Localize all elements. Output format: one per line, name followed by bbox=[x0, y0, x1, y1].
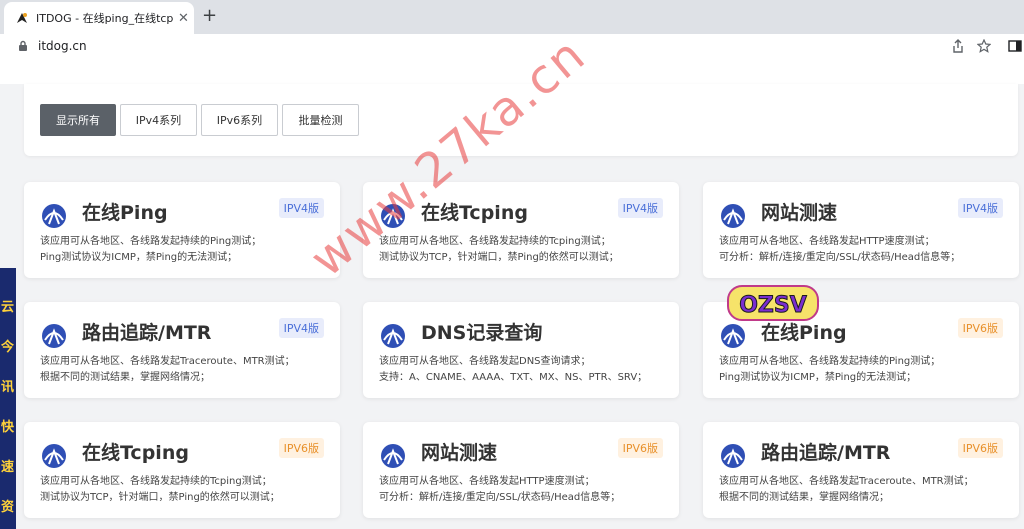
tool-card-speedtest-ipv6[interactable]: 网站测速 IPV6版该应用可从各地区、各线路发起HTTP速度测试； 可分析：解析/连… bbox=[363, 422, 679, 518]
card-description: 该应用可从各地区、各线路发起HTTP速度测试； 可分析：解析/连接/重定向/SSL… bbox=[719, 234, 1009, 266]
version-badge: IPV6版 bbox=[278, 438, 324, 458]
browser-tab[interactable]: ITDOG - 在线ping_在线tcping_ ✕ bbox=[4, 2, 194, 34]
tab-title: ITDOG - 在线ping_在线tcping_ bbox=[36, 12, 174, 25]
card-title: 在线Tcping bbox=[82, 442, 189, 464]
version-badge: IPV4版 bbox=[617, 198, 663, 218]
card-description-line: Ping测试协议为ICMP，禁Ping的无法测试； bbox=[40, 252, 238, 263]
itdog-globe-icon bbox=[42, 204, 66, 228]
tool-card-dns-query[interactable]: DNS记录查询该应用可从各地区、各线路发起DNS查询请求； 支持：A、CNAME、… bbox=[363, 302, 679, 398]
browser-tab-bar: ITDOG - 在线ping_在线tcping_ ✕ + bbox=[0, 0, 1024, 34]
new-tab-button[interactable]: + bbox=[202, 6, 217, 26]
itdog-globe-icon bbox=[721, 204, 745, 228]
version-badge: IPV6版 bbox=[957, 438, 1003, 458]
version-badge: IPV4版 bbox=[278, 318, 324, 338]
tool-card-speedtest-ipv4[interactable]: 网站测速 IPV4版该应用可从各地区、各线路发起HTTP速度测试； 可分析：解析/连… bbox=[703, 182, 1019, 278]
card-description-line: 该应用可从各地区、各线路发起HTTP速度测试； bbox=[379, 476, 595, 487]
card-description-line: 该应用可从各地区、各线路发起持续的Tcping测试； bbox=[379, 236, 611, 247]
card-description-line: 可分析：解析/连接/重定向/SSL/状态码/Head信息等； bbox=[719, 252, 961, 263]
card-title: DNS记录查询 bbox=[421, 322, 543, 344]
tool-card-ping-ipv4[interactable]: 在线Ping IPV4版该应用可从各地区、各线路发起持续的Ping测试； Ping测… bbox=[24, 182, 340, 278]
card-description-line: 根据不同的测试结果，掌握网络情况； bbox=[719, 492, 889, 503]
card-title: 路由追踪/MTR bbox=[82, 322, 212, 344]
card-description: 该应用可从各地区、各线路发起DNS查询请求； 支持：A、CNAME、AAAA、TX… bbox=[379, 354, 669, 386]
address-bar: itdog.cn bbox=[0, 34, 1024, 58]
card-description-line: 测试协议为TCP，针对端口，禁Ping的依然可以测试； bbox=[40, 492, 280, 503]
filter-ipv6-button[interactable]: IPv6系列 bbox=[201, 104, 278, 136]
tool-card-tcping-ipv6[interactable]: 在线Tcping IPV6版该应用可从各地区、各线路发起持续的Tcping测试； 测… bbox=[24, 422, 340, 518]
filter-batch-button[interactable]: 批量检测 bbox=[282, 104, 359, 136]
card-description-line: 可分析：解析/连接/重定向/SSL/状态码/Head信息等； bbox=[379, 492, 621, 503]
card-description-line: 该应用可从各地区、各线路发起DNS查询请求； bbox=[379, 356, 591, 367]
card-description-line: Ping测试协议为ICMP，禁Ping的无法测试； bbox=[719, 372, 917, 383]
tool-card-tcping-ipv4[interactable]: 在线Tcping IPV4版该应用可从各地区、各线路发起持续的Tcping测试； 测… bbox=[363, 182, 679, 278]
card-title: 在线Ping bbox=[761, 322, 847, 344]
version-badge: IPV6版 bbox=[957, 318, 1003, 338]
version-badge: IPV4版 bbox=[957, 198, 1003, 218]
card-title: 网站测速 bbox=[761, 202, 838, 224]
itdog-globe-icon bbox=[381, 204, 405, 228]
itdog-globe-icon bbox=[381, 324, 405, 348]
side-ad-char: 云 bbox=[1, 300, 15, 315]
card-description-line: 该应用可从各地区、各线路发起HTTP速度测试； bbox=[719, 236, 935, 247]
card-description: 该应用可从各地区、各线路发起持续的Tcping测试； 测试协议为TCP，针对端口，… bbox=[379, 234, 669, 266]
card-title: 路由追踪/MTR bbox=[761, 442, 891, 464]
card-description: 该应用可从各地区、各线路发起持续的Tcping测试； 测试协议为TCP，针对端口，… bbox=[40, 474, 330, 506]
card-description: 该应用可从各地区、各线路发起Traceroute、MTR测试； 根据不同的测试结果… bbox=[40, 354, 330, 386]
itdog-globe-icon bbox=[721, 324, 745, 348]
side-ad-text: 云今讯快速资 bbox=[1, 288, 15, 528]
card-description: 该应用可从各地区、各线路发起HTTP速度测试； 可分析：解析/连接/重定向/SSL… bbox=[379, 474, 669, 506]
card-description-line: 根据不同的测试结果，掌握网络情况； bbox=[40, 372, 210, 383]
filter-ipv4-button[interactable]: IPv4系列 bbox=[120, 104, 197, 136]
version-badge: IPV6版 bbox=[617, 438, 663, 458]
side-ad-char: 资 bbox=[1, 500, 15, 515]
card-title: 在线Tcping bbox=[421, 202, 528, 224]
card-description-line: 测试协议为TCP，针对端口，禁Ping的依然可以测试； bbox=[379, 252, 619, 263]
url-text: itdog.cn bbox=[38, 39, 87, 53]
card-description-line: 该应用可从各地区、各线路发起Traceroute、MTR测试； bbox=[40, 356, 295, 367]
side-panel-icon[interactable] bbox=[1007, 38, 1023, 54]
card-description-line: 该应用可从各地区、各线路发起持续的Ping测试； bbox=[719, 356, 941, 367]
share-icon[interactable] bbox=[950, 38, 966, 54]
itdog-globe-icon bbox=[42, 324, 66, 348]
card-description: 该应用可从各地区、各线路发起持续的Ping测试； Ping测试协议为ICMP，禁P… bbox=[719, 354, 1009, 386]
card-description-line: 该应用可从各地区、各线路发起持续的Tcping测试； bbox=[40, 476, 272, 487]
card-description: 该应用可从各地区、各线路发起Traceroute、MTR测试； 根据不同的测试结果… bbox=[719, 474, 1009, 506]
side-ad-char: 快 bbox=[1, 420, 15, 435]
tool-card-mtr-ipv4[interactable]: 路由追踪/MTR IPV4版该应用可从各地区、各线路发起Traceroute、MT… bbox=[24, 302, 340, 398]
bookmark-star-icon[interactable] bbox=[976, 38, 992, 54]
side-ad-banner[interactable]: 云今讯快速资 bbox=[0, 268, 16, 529]
card-title: 在线Ping bbox=[82, 202, 168, 224]
side-ad-char: 今 bbox=[1, 340, 15, 355]
itdog-globe-icon bbox=[381, 444, 405, 468]
card-description-line: 支持：A、CNAME、AAAA、TXT、MX、NS、PTR、SRV； bbox=[379, 372, 648, 383]
side-ad-char: 讯 bbox=[1, 380, 15, 395]
itdog-favicon-icon bbox=[14, 10, 30, 26]
card-description-line: 该应用可从各地区、各线路发起Traceroute、MTR测试； bbox=[719, 476, 974, 487]
tab-close-icon[interactable]: ✕ bbox=[178, 11, 189, 26]
version-badge: IPV4版 bbox=[278, 198, 324, 218]
url-field[interactable]: itdog.cn bbox=[6, 34, 996, 58]
tool-card-mtr-ipv6[interactable]: 路由追踪/MTR IPV6版该应用可从各地区、各线路发起Traceroute、MT… bbox=[703, 422, 1019, 518]
page-header-strip bbox=[0, 58, 1024, 84]
itdog-globe-icon bbox=[42, 444, 66, 468]
site-info-icon[interactable] bbox=[16, 39, 30, 53]
card-description-line: 该应用可从各地区、各线路发起持续的Ping测试； bbox=[40, 236, 262, 247]
side-ad-char: 速 bbox=[1, 460, 15, 475]
filter-panel: 显示所有 IPv4系列 IPv6系列 批量检测 bbox=[24, 84, 1018, 156]
itdog-globe-icon bbox=[721, 444, 745, 468]
tool-card-ping-ipv6[interactable]: 在线Ping IPV6版该应用可从各地区、各线路发起持续的Ping测试； Ping测… bbox=[703, 302, 1019, 398]
card-title: 网站测速 bbox=[421, 442, 498, 464]
card-description: 该应用可从各地区、各线路发起持续的Ping测试； Ping测试协议为ICMP，禁P… bbox=[40, 234, 330, 266]
filter-all-button[interactable]: 显示所有 bbox=[40, 104, 116, 136]
